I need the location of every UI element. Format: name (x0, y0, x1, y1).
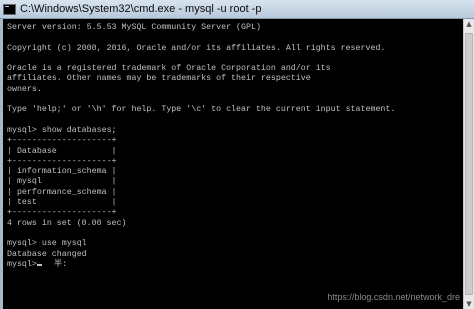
scroll-down-arrow-icon[interactable]: ▼ (464, 299, 474, 309)
vertical-scrollbar[interactable]: ▲ ▼ (463, 19, 474, 309)
console-line: 4 rows in set (0.00 sec) (7, 218, 127, 228)
title-bar[interactable]: C:\Windows\System32\cmd.exe - mysql -u r… (0, 0, 474, 19)
console-line: mysql> show databases; (7, 125, 117, 135)
console-line: +--------------------+ (7, 156, 117, 166)
console-line: | Database | (7, 146, 117, 156)
console-line: | information_schema | (7, 167, 117, 177)
text-cursor (36, 263, 42, 266)
console-line: Copyright (c) 2000, 2016, Oracle and/or … (7, 43, 386, 53)
console-line: Oracle is a registered trademark of Orac… (7, 64, 331, 74)
console-line: owners. (7, 84, 42, 94)
scroll-thumb[interactable] (465, 33, 473, 295)
console-line: Type 'help;' or '\h' for help. Type '\c'… (7, 105, 396, 115)
console-line: +--------------------+ (7, 136, 117, 146)
console-lines: Server version: 5.5.53 MySQL Community S… (3, 19, 463, 270)
console-output[interactable]: Server version: 5.5.53 MySQL Community S… (3, 19, 463, 309)
terminal-icon (3, 3, 16, 15)
window-title: C:\Windows\System32\cmd.exe - mysql -u r… (20, 3, 262, 15)
console-line: affiliates. Other names may be trademark… (7, 74, 311, 84)
console-line: | performance_schema | (7, 187, 117, 197)
watermark: https://blog.csdn.net/network_dre (327, 292, 460, 302)
console-line: | test | (7, 198, 117, 208)
ime-indicator: 半: (53, 259, 68, 269)
console-line: | mysql | (7, 177, 117, 187)
console-line: Server version: 5.5.53 MySQL Community S… (7, 23, 261, 32)
cmd-window: C:\Windows\System32\cmd.exe - mysql -u r… (0, 0, 474, 309)
console-line: Database changed (7, 249, 87, 259)
scroll-up-arrow-icon[interactable]: ▲ (464, 19, 474, 29)
console-line: mysql> use mysql (7, 239, 87, 249)
prompt-text: mysql> (7, 259, 37, 269)
console-line: +--------------------+ (7, 208, 117, 218)
prompt-line[interactable]: mysql> 半: (7, 260, 463, 270)
